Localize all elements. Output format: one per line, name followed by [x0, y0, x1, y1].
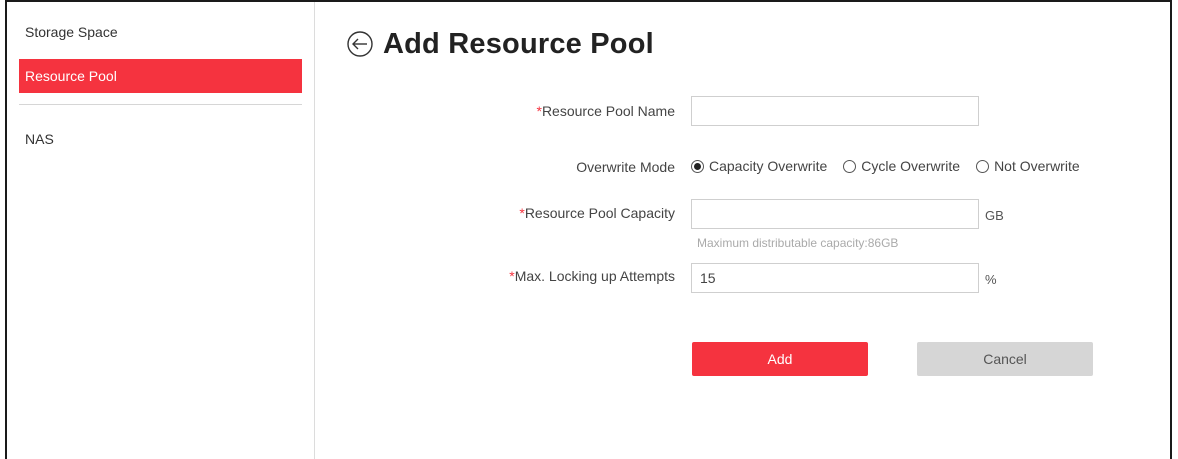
radio-label: Not Overwrite — [994, 158, 1080, 174]
sidebar-item-nas[interactable]: NAS — [19, 122, 302, 156]
back-arrow-icon[interactable] — [345, 29, 375, 59]
title-row: Add Resource Pool — [345, 24, 654, 64]
radio-not-overwrite[interactable]: Not Overwrite — [976, 158, 1080, 174]
cancel-button[interactable]: Cancel — [917, 342, 1093, 376]
sidebar: Storage Space Resource Pool NAS — [7, 2, 315, 459]
sidebar-item-resource-pool[interactable]: Resource Pool — [19, 59, 302, 93]
locking-label-text: Max. Locking up Attempts — [514, 268, 675, 284]
capacity-unit: GB — [985, 208, 1004, 223]
locking-input[interactable]: 15 — [691, 263, 979, 293]
locking-label: *Max. Locking up Attempts — [375, 266, 675, 286]
radio-cycle-overwrite[interactable]: Cycle Overwrite — [843, 158, 960, 174]
page-title: Add Resource Pool — [383, 27, 654, 60]
main-panel: Add Resource Pool *Resource Pool Name Ov… — [315, 2, 1170, 459]
pool-name-label: *Resource Pool Name — [375, 101, 675, 121]
pool-name-input[interactable] — [691, 96, 979, 126]
overwrite-mode-radio-group: Capacity Overwrite Cycle Overwrite Not O… — [691, 158, 1096, 174]
capacity-label-text: Resource Pool Capacity — [524, 205, 675, 221]
pool-name-label-text: Resource Pool Name — [541, 103, 675, 119]
add-button[interactable]: Add — [692, 342, 868, 376]
radio-label: Capacity Overwrite — [709, 158, 828, 174]
radio-capacity-overwrite[interactable]: Capacity Overwrite — [691, 158, 827, 174]
app-window: Storage Space Resource Pool NAS Add Reso… — [5, 0, 1172, 459]
capacity-hint: Maximum distributable capacity:86GB — [697, 236, 899, 250]
capacity-input[interactable] — [691, 199, 979, 229]
overwrite-mode-label: Overwrite Mode — [576, 159, 675, 175]
radio-unchecked-icon — [843, 159, 857, 173]
sidebar-item-storage-space[interactable]: Storage Space — [19, 15, 302, 49]
capacity-label: *Resource Pool Capacity — [375, 203, 675, 223]
radio-checked-icon — [691, 159, 704, 173]
radio-label: Cycle Overwrite — [861, 158, 961, 174]
sidebar-divider — [19, 104, 302, 105]
locking-unit: % — [985, 272, 997, 287]
radio-unchecked-icon — [976, 159, 990, 173]
